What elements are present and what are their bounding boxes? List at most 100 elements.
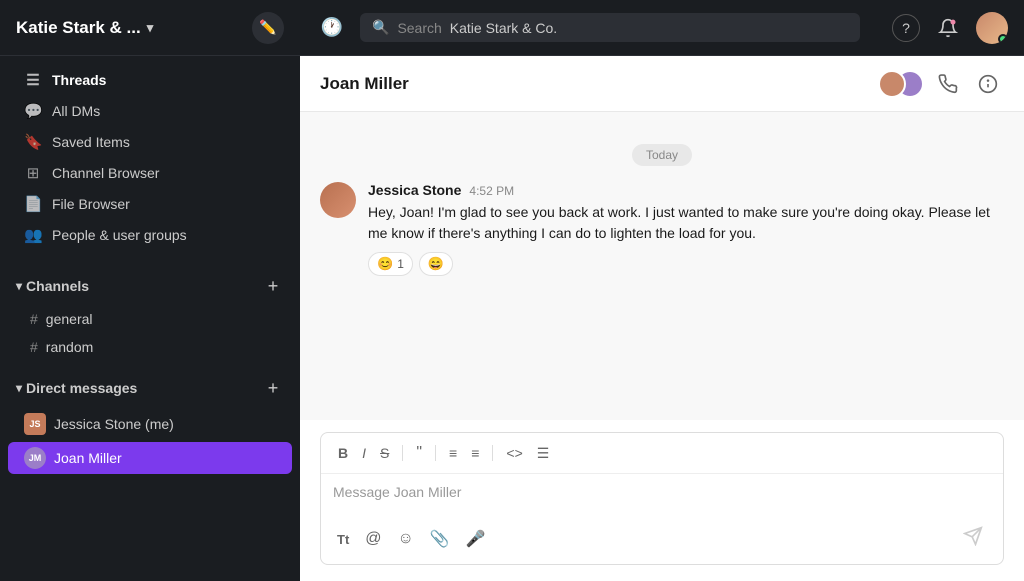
joan-avatar: JM	[24, 447, 46, 469]
chat-header-actions	[878, 68, 1004, 100]
message-row: Jessica Stone 4:52 PM Hey, Joan! I'm gla…	[320, 182, 1004, 276]
threads-label: Threads	[52, 72, 106, 88]
channels-section-toggle[interactable]: ▾ Channels	[16, 278, 89, 294]
reaction-smile[interactable]: 😊 1	[368, 252, 413, 276]
hash-icon-random: #	[30, 339, 38, 355]
audio-button[interactable]: 🎤	[462, 525, 490, 553]
call-button[interactable]	[932, 68, 964, 100]
toolbar-divider-3	[492, 445, 493, 461]
search-icon: 🔍	[372, 19, 389, 36]
add-channel-button[interactable]: +	[262, 275, 284, 297]
jessica-avatar: JS	[24, 413, 46, 435]
input-bottom-left: Tt @ ☺ 📎 🎤	[333, 525, 490, 553]
channel-random-label: random	[46, 339, 93, 355]
mention-button[interactable]: @	[361, 526, 385, 552]
chat-header: Joan Miller	[300, 56, 1024, 112]
file-browser-icon: 📄	[24, 195, 42, 213]
message-body: Jessica Stone 4:52 PM Hey, Joan! I'm gla…	[368, 182, 1004, 276]
channel-browser-label: Channel Browser	[52, 165, 159, 181]
main-panel: 🕐 🔍 Search Katie Stark & Co. ?	[300, 0, 1024, 581]
notification-button[interactable]	[932, 12, 964, 44]
toolbar-divider-2	[435, 445, 436, 461]
app-container: Katie Stark & ... ▾ ✏️ ☰ Threads 💬 All D…	[0, 0, 1024, 581]
chat-area: Joan Miller	[300, 56, 1024, 581]
saved-items-label: Saved Items	[52, 134, 130, 150]
message-text: Hey, Joan! I'm glad to see you back at w…	[368, 202, 1004, 244]
channels-chevron-icon: ▾	[16, 279, 22, 293]
search-workspace-label: Katie Stark & Co.	[450, 20, 557, 36]
add-dm-button[interactable]: +	[262, 377, 284, 399]
workspace-title[interactable]: Katie Stark & ... ▾	[16, 18, 153, 38]
italic-button[interactable]: I	[357, 442, 371, 464]
sidebar-item-all-dms[interactable]: 💬 All DMs	[8, 96, 292, 126]
sidebar-item-people[interactable]: 👥 People & user groups	[8, 220, 292, 250]
channels-section-label: Channels	[26, 278, 89, 294]
avatar-group	[878, 70, 924, 98]
saved-items-icon: 🔖	[24, 133, 42, 151]
info-button[interactable]	[972, 68, 1004, 100]
input-toolbar: B I S " ≡ ≡ <> ☰	[321, 433, 1003, 474]
sidebar-item-channel-browser[interactable]: ⊞ Channel Browser	[8, 158, 292, 188]
help-button[interactable]: ?	[892, 14, 920, 42]
channel-item-random[interactable]: # random	[8, 334, 292, 360]
sidebar-item-saved-items[interactable]: 🔖 Saved Items	[8, 127, 292, 157]
user-avatar[interactable]	[976, 12, 1008, 44]
threads-icon: ☰	[24, 71, 42, 89]
strikethrough-button[interactable]: S	[375, 442, 394, 464]
blockquote-button[interactable]: "	[411, 441, 427, 465]
message-input-placeholder: Message Joan Miller	[333, 484, 461, 500]
chat-title: Joan Miller	[320, 74, 409, 94]
dm-item-joan[interactable]: JM Joan Miller	[8, 442, 292, 474]
date-label: Today	[632, 144, 692, 166]
search-bar[interactable]: 🔍 Search Katie Stark & Co.	[360, 13, 860, 42]
reaction-emoji: 😊	[377, 256, 393, 272]
message-author: Jessica Stone	[368, 182, 461, 198]
message-time: 4:52 PM	[469, 184, 514, 198]
sidebar: Katie Stark & ... ▾ ✏️ ☰ Threads 💬 All D…	[0, 0, 300, 581]
workspace-name-label: Katie Stark & ...	[16, 18, 141, 38]
sidebar-item-threads[interactable]: ☰ Threads	[8, 65, 292, 95]
sidebar-header: Katie Stark & ... ▾ ✏️	[0, 0, 300, 56]
reaction-add[interactable]: 😄	[419, 252, 453, 276]
toolbar-divider-1	[402, 445, 403, 461]
file-browser-label: File Browser	[52, 196, 130, 212]
attach-button[interactable]: 📎	[426, 525, 454, 553]
reaction-count: 1	[397, 257, 404, 271]
search-placeholder: Search	[397, 20, 441, 36]
dm-item-jessica[interactable]: JS Jessica Stone (me)	[8, 408, 292, 440]
joan-dm-label: Joan Miller	[54, 450, 122, 466]
topbar: 🕐 🔍 Search Katie Stark & Co. ?	[300, 0, 1024, 56]
people-icon: 👥	[24, 226, 42, 244]
people-label: People & user groups	[52, 227, 187, 243]
dm-section-label: Direct messages	[26, 380, 137, 396]
hash-icon: #	[30, 311, 38, 327]
avatar-group-item-1	[878, 70, 906, 98]
sidebar-item-file-browser[interactable]: 📄 File Browser	[8, 189, 292, 219]
history-button[interactable]: 🕐	[316, 12, 348, 44]
send-button[interactable]	[955, 522, 991, 556]
code-block-button[interactable]: ☰	[532, 442, 555, 465]
message-input-area: B I S " ≡ ≡ <> ☰ Message Joan Miller	[300, 420, 1024, 581]
emoji-button[interactable]: ☺	[394, 526, 418, 552]
messages-container: Today Jessica Stone 4:52 PM Hey, Joan! I…	[300, 112, 1024, 420]
message-input-field[interactable]: Message Joan Miller	[321, 474, 1003, 514]
all-dms-label: All DMs	[52, 103, 100, 119]
topbar-right: ?	[892, 12, 1008, 44]
text-format-button[interactable]: Tt	[333, 528, 353, 551]
ordered-list-button[interactable]: ≡	[466, 442, 484, 464]
channel-browser-icon: ⊞	[24, 164, 42, 182]
dm-section-header: ▾ Direct messages +	[0, 369, 300, 407]
dm-section-toggle[interactable]: ▾ Direct messages	[16, 380, 137, 396]
reactions: 😊 1 😄	[368, 252, 1004, 276]
edit-button[interactable]: ✏️	[252, 12, 284, 44]
input-bottom-toolbar: Tt @ ☺ 📎 🎤	[321, 514, 1003, 564]
channels-section-header: ▾ Channels +	[0, 267, 300, 305]
unordered-list-button[interactable]: ≡	[444, 442, 462, 464]
workspace-chevron-icon: ▾	[147, 20, 154, 36]
bold-button[interactable]: B	[333, 442, 353, 464]
channel-item-general[interactable]: # general	[8, 306, 292, 332]
code-button[interactable]: <>	[501, 442, 527, 464]
date-divider: Today	[320, 144, 1004, 166]
channel-general-label: general	[46, 311, 93, 327]
message-header: Jessica Stone 4:52 PM	[368, 182, 1004, 198]
